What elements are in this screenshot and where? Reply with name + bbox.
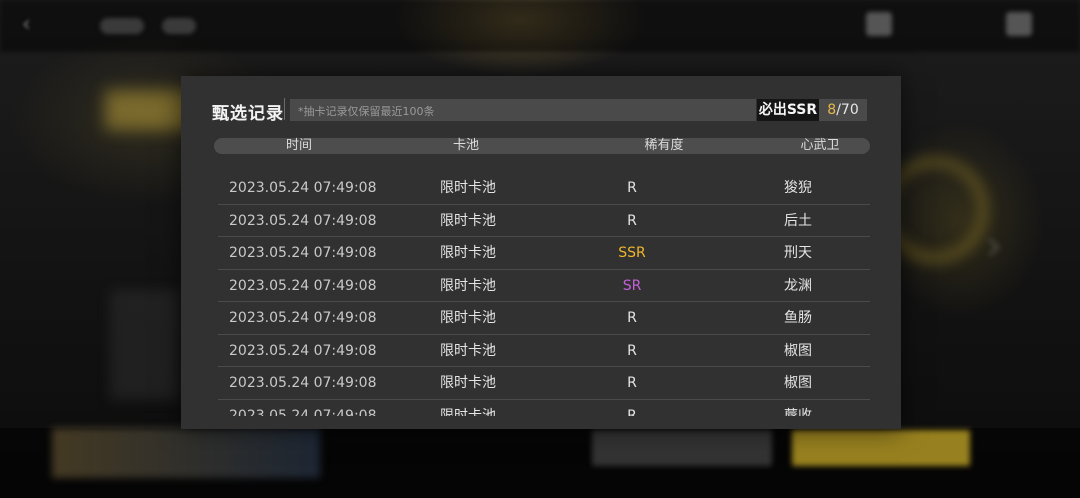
row-pool: 限时卡池 (440, 212, 496, 229)
row-rarity: R (627, 212, 637, 229)
background-currency-icon (866, 12, 892, 36)
table-row: 2023.05.24 07:49:08 限时卡池 R 狻猊 (218, 172, 870, 205)
header-guard: 心武卫 (800, 138, 840, 153)
title-divider (284, 98, 285, 120)
row-pool: 限时卡池 (440, 375, 496, 391)
background-tab-pill (162, 18, 196, 34)
row-guard: 椒图 (784, 375, 812, 391)
row-time: 2023.05.24 07:49:08 (229, 375, 377, 391)
row-guard: 后土 (784, 212, 812, 229)
game-screen: ‹ › 甄选记录 *抽卡记录仅保留最近100条 必出SSR 8/70 时间 卡池… (0, 0, 1080, 498)
history-list[interactable]: 2023.05.24 07:49:08 限时卡池 R 狻猊 2023.05.24… (218, 172, 870, 416)
table-header: 时间 卡池 稀有度 心武卫 (214, 138, 870, 154)
row-rarity: R (627, 180, 637, 196)
background-back-arrow-icon: ‹ (22, 12, 31, 37)
table-row: 2023.05.24 07:49:08 限时卡池 R 鱼肠 (218, 302, 870, 335)
row-pool: 限时卡池 (440, 310, 496, 326)
table-row: 2023.05.24 07:49:08 限时卡池 R 后土 (218, 205, 870, 237)
background-multi-draw-button (792, 430, 970, 466)
pity-current: 8 (827, 102, 837, 118)
dialog-title: 甄选记录 (212, 104, 284, 124)
row-time: 2023.05.24 07:49:08 (229, 277, 377, 294)
pity-label: 必出SSR (757, 99, 819, 121)
table-row: 2023.05.24 07:49:08 限时卡池 R 椒图 (218, 335, 870, 367)
pity-counter: 8/70 (819, 99, 867, 121)
notice-bar: *抽卡记录仅保留最近100条 (290, 99, 756, 121)
row-time: 2023.05.24 07:49:08 (229, 310, 377, 326)
row-time: 2023.05.24 07:49:08 (229, 180, 377, 196)
row-pool: 限时卡池 (440, 180, 496, 196)
draw-history-dialog: 甄选记录 *抽卡记录仅保留最近100条 必出SSR 8/70 时间 卡池 稀有度… (181, 76, 901, 429)
row-time: 2023.05.24 07:49:08 (229, 342, 377, 359)
row-guard: 椒图 (784, 342, 812, 359)
table-row: 2023.05.24 07:49:08 限时卡池 R 蓐收 (218, 400, 870, 417)
header-rarity: 稀有度 (644, 138, 684, 153)
row-pool: 限时卡池 (440, 342, 496, 359)
row-pool: 限时卡池 (440, 407, 496, 417)
row-rarity: R (627, 375, 637, 391)
header-time: 时间 (285, 138, 312, 153)
row-rarity: R (627, 342, 637, 359)
background-side-panel (110, 290, 180, 400)
row-guard: 龙渊 (784, 277, 812, 294)
row-guard: 狻猊 (784, 180, 812, 196)
row-guard: 蓐收 (784, 407, 812, 417)
background-menu-icon (1006, 12, 1032, 36)
table-row: 2023.05.24 07:49:08 限时卡池 SSR 刑天 (218, 237, 870, 270)
row-time: 2023.05.24 07:49:08 (229, 245, 377, 261)
pity-max: 70 (840, 102, 859, 118)
table-row: 2023.05.24 07:49:08 限时卡池 R 椒图 (218, 367, 870, 400)
background-banner-thumbnail (52, 428, 320, 478)
row-rarity: R (627, 310, 637, 326)
row-time: 2023.05.24 07:49:08 (229, 407, 377, 417)
background-next-arrow-icon: › (985, 220, 1003, 271)
row-rarity: SR (622, 277, 642, 294)
row-rarity: R (627, 407, 637, 417)
header-pool: 卡池 (452, 138, 479, 153)
row-guard: 鱼肠 (784, 310, 812, 326)
background-single-draw-button (592, 430, 772, 466)
notice-text: *抽卡记录仅保留最近100条 (298, 105, 435, 118)
table-row: 2023.05.24 07:49:08 限时卡池 SR 龙渊 (218, 270, 870, 302)
row-pool: 限时卡池 (440, 245, 496, 261)
row-time: 2023.05.24 07:49:08 (229, 212, 377, 229)
background-tab-pill (100, 18, 144, 34)
row-pool: 限时卡池 (440, 277, 496, 294)
row-guard: 刑天 (784, 245, 812, 261)
row-rarity: SSR (618, 245, 646, 261)
